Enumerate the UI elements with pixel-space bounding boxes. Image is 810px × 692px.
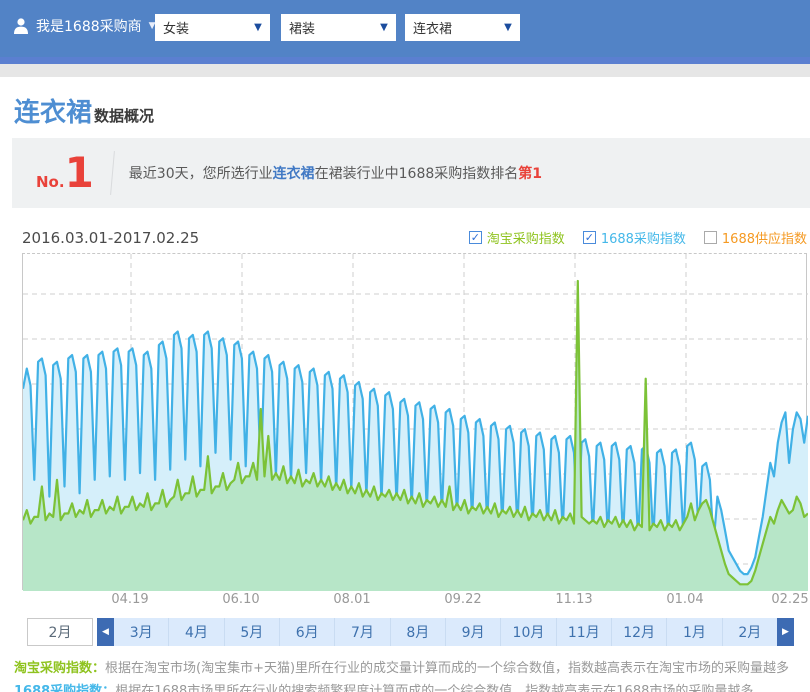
title-suffix: 数据概况 (94, 105, 154, 126)
topbar-accent-strip (0, 57, 810, 64)
index-notes: 淘宝采购指数：根据在淘宝市场(淘宝集市+天猫)里所在行业的成交量计算而成的一个综… (14, 658, 810, 692)
checkbox-checked-icon[interactable]: ✓ (469, 231, 482, 244)
chevron-left-icon: ◀ (102, 627, 109, 637)
rank-text: 最近30天，您所选行业连衣裙在裙装行业中1688采购指数排名第1 (129, 163, 542, 183)
legend-label: 1688供应指数 (722, 228, 807, 247)
note-desc: 根据在1688市场里所在行业的搜索频繁程度计算而成的一个综合数值，指数越高表示在… (115, 684, 753, 692)
x-axis-label: 09.22 (444, 592, 481, 607)
banner-divider (110, 151, 115, 195)
month-tab[interactable]: 4月 (168, 618, 223, 646)
legend-label: 1688采购指数 (601, 228, 686, 247)
chart-date-range: 2016.03.01-2017.02.25 (22, 229, 199, 247)
chart-header: 2016.03.01-2017.02.25 ✓ 淘宝采购指数 ✓ 1688采购指… (22, 228, 807, 247)
month-tab[interactable]: 9月 (445, 618, 500, 646)
legend-item-taobao-index[interactable]: ✓ 淘宝采购指数 (469, 228, 565, 247)
month-tab[interactable]: 1月 (666, 618, 721, 646)
legend-item-1688-purchase-index[interactable]: ✓ 1688采购指数 (583, 228, 686, 247)
checkbox-unchecked-icon[interactable] (704, 231, 717, 244)
x-axis-label: 01.04 (666, 592, 703, 607)
topbar: 我是1688采购商 ▼ 女装 ▼ 裙装 ▼ 连衣裙 ▼ (0, 0, 810, 57)
note-label: 淘宝采购指数： (14, 661, 105, 676)
user-menu[interactable]: 我是1688采购商 ▼ (14, 16, 156, 36)
x-axis-label: 04.19 (111, 592, 148, 607)
caret-down-icon: ▼ (372, 22, 396, 33)
gray-divider-strip (0, 64, 810, 77)
dropdown-value: 连衣裙 (405, 18, 496, 37)
note-label: 1688采购指数： (14, 684, 115, 692)
note-row-1688: 1688采购指数：根据在1688市场里所在行业的搜索频繁程度计算而成的一个综合数… (14, 681, 810, 692)
legend-item-1688-supply-index[interactable]: 1688供应指数 (704, 228, 807, 247)
category-dropdown-level3[interactable]: 连衣裙 ▼ (405, 14, 520, 41)
prev-month-button[interactable]: ◀ (97, 618, 114, 646)
month-tab[interactable]: 2月 (722, 618, 777, 646)
next-month-button[interactable]: ▶ (777, 618, 794, 646)
month-tab[interactable]: 12月 (611, 618, 666, 646)
title-keyword: 连衣裙 (14, 92, 92, 129)
rank-number-block: No. 1 (36, 152, 94, 194)
dropdown-value: 女装 (155, 18, 246, 37)
rank-no-label: No. (36, 173, 65, 191)
chart-legend: ✓ 淘宝采购指数 ✓ 1688采购指数 1688供应指数 (451, 228, 807, 247)
current-month-box[interactable]: 2月 (27, 618, 93, 646)
note-row-taobao: 淘宝采购指数：根据在淘宝市场(淘宝集市+天猫)里所在行业的成交量计算而成的一个综… (14, 658, 810, 681)
rank-number: 1 (65, 152, 94, 194)
rank-keyword: 连衣裙 (273, 166, 315, 182)
month-nav: 2月 ◀ 3月 4月 5月 6月 7月 8月 9月 10月 11月 12月 1月… (27, 618, 794, 646)
dropdown-value: 裙装 (281, 18, 372, 37)
user-icon (14, 18, 28, 34)
checkbox-checked-icon[interactable]: ✓ (583, 231, 596, 244)
legend-label: 淘宝采购指数 (487, 228, 565, 247)
caret-down-icon: ▼ (496, 22, 520, 33)
x-axis-label: 02.25 (771, 592, 808, 607)
rank-highlight: 第1 (518, 166, 542, 182)
rank-text-middle: 在裙装行业中1688采购指数排名 (315, 166, 519, 182)
chart-svg (23, 254, 808, 591)
month-tab[interactable]: 5月 (224, 618, 279, 646)
chart-area[interactable] (22, 253, 807, 590)
x-axis-label: 08.01 (333, 592, 370, 607)
month-tab[interactable]: 10月 (500, 618, 555, 646)
x-axis-labels: 04.19 06.10 08.01 09.22 11.13 01.04 02.25 (22, 590, 807, 610)
month-tab[interactable]: 6月 (279, 618, 334, 646)
page: 我是1688采购商 ▼ 女装 ▼ 裙装 ▼ 连衣裙 ▼ 连衣裙 数据概况 No.… (0, 0, 810, 692)
month-tab[interactable]: 3月 (114, 618, 168, 646)
category-dropdown-level1[interactable]: 女装 ▼ (155, 14, 270, 41)
note-desc: 根据在淘宝市场(淘宝集市+天猫)里所在行业的成交量计算而成的一个综合数值，指数越… (105, 661, 789, 676)
chevron-right-icon: ▶ (782, 627, 789, 637)
category-dropdown-level2[interactable]: 裙装 ▼ (281, 14, 396, 41)
rank-banner: No. 1 最近30天，您所选行业连衣裙在裙装行业中1688采购指数排名第1 (12, 138, 810, 208)
month-tab[interactable]: 11月 (556, 618, 611, 646)
month-tab[interactable]: 7月 (334, 618, 389, 646)
user-menu-label: 我是1688采购商 (36, 16, 142, 36)
rank-text-prefix: 最近30天，您所选行业 (129, 166, 273, 182)
caret-down-icon: ▼ (246, 22, 270, 33)
x-axis-label: 11.13 (555, 592, 592, 607)
month-tabs: 3月 4月 5月 6月 7月 8月 9月 10月 11月 12月 1月 2月 (114, 618, 777, 646)
month-tab[interactable]: 8月 (390, 618, 445, 646)
x-axis-label: 06.10 (222, 592, 259, 607)
page-title: 连衣裙 数据概况 (14, 92, 810, 129)
